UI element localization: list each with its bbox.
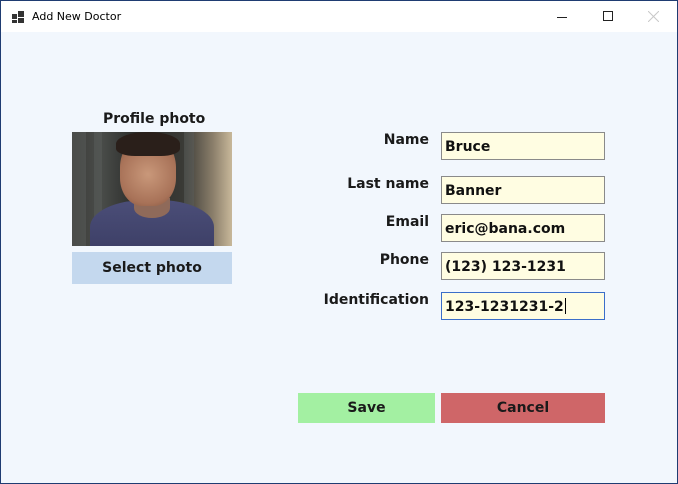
email-label: Email [385,214,429,230]
last-name-value: Banner [445,183,502,199]
last-name-label: Last name [347,176,429,192]
cancel-button[interactable]: Cancel [441,393,605,423]
close-icon [648,11,659,22]
app-icon [12,11,24,23]
maximize-button[interactable] [585,1,631,32]
close-button[interactable] [631,1,677,32]
identification-field[interactable]: 123-1231231-2 [441,292,605,320]
name-label: Name [383,132,429,148]
profile-photo [72,132,232,246]
email-field[interactable]: eric@bana.com [441,214,605,242]
email-value: eric@bana.com [445,221,566,237]
phone-value: (123) 123-1231 [445,259,566,275]
name-field[interactable]: Bruce [441,132,605,160]
text-caret [564,298,566,314]
profile-photo-label: Profile photo [103,111,206,127]
phone-label: Phone [379,252,429,268]
identification-label: Identification [323,292,429,308]
phone-field[interactable]: (123) 123-1231 [441,252,605,280]
minimize-button[interactable] [539,1,585,32]
minimize-icon [557,17,567,18]
maximize-icon [603,11,613,21]
add-doctor-window: Add New Doctor Profile photo Select phot… [0,0,678,484]
name-value: Bruce [445,139,491,155]
window-title: Add New Doctor [32,10,122,23]
last-name-field[interactable]: Banner [441,176,605,204]
title-bar[interactable]: Add New Doctor [1,1,677,32]
save-button[interactable]: Save [298,393,435,423]
select-photo-button[interactable]: Select photo [72,252,232,284]
identification-value: 123-1231231-2 [445,299,564,315]
